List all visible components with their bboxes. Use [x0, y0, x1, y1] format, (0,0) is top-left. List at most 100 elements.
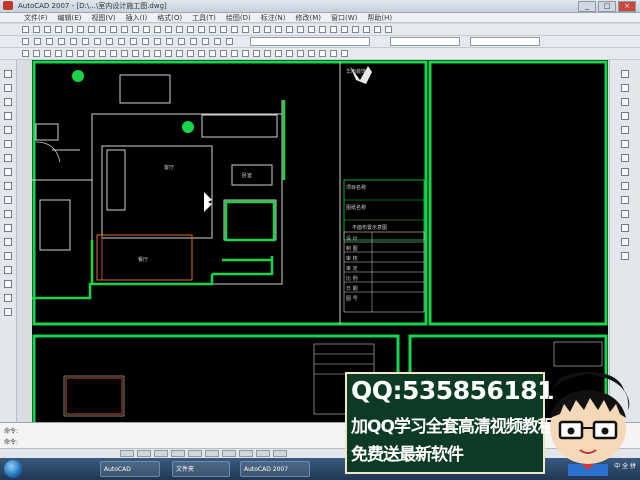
toolbar-tool-icon[interactable] [220, 26, 227, 33]
linetype-dropdown[interactable] [470, 37, 540, 46]
layer-dropdown[interactable] [250, 37, 370, 46]
vertical-tool-icon[interactable] [621, 168, 629, 176]
toolbar-tool-icon[interactable] [198, 50, 205, 57]
vertical-tool-icon[interactable] [4, 126, 12, 134]
toolbar-tool-icon[interactable] [22, 50, 29, 57]
toolbar-tool-icon[interactable] [166, 38, 173, 45]
toolbar-tool-icon[interactable] [209, 50, 216, 57]
toolbar-tool-icon[interactable] [187, 26, 194, 33]
status-toggle-button[interactable] [188, 450, 202, 457]
toolbar-tool-icon[interactable] [121, 26, 128, 33]
vertical-tool-icon[interactable] [4, 168, 12, 176]
toolbar-tool-icon[interactable] [132, 26, 139, 33]
toolbar-tool-icon[interactable] [176, 26, 183, 33]
toolbar-tool-icon[interactable] [214, 38, 221, 45]
menu-draw[interactable]: 绘图(D) [226, 13, 251, 22]
toolbar-tool-icon[interactable] [308, 50, 315, 57]
toolbar-tool-icon[interactable] [176, 50, 183, 57]
toolbar-tool-icon[interactable] [130, 38, 137, 45]
toolbar-tool-icon[interactable] [286, 50, 293, 57]
toolbar-tool-icon[interactable] [66, 26, 73, 33]
toolbar-tool-icon[interactable] [142, 38, 149, 45]
status-toggle-button[interactable] [120, 450, 134, 457]
status-toggle-button[interactable] [256, 450, 270, 457]
toolbar-tool-icon[interactable] [33, 26, 40, 33]
toolbar-tool-icon[interactable] [297, 26, 304, 33]
toolbar-tool-icon[interactable] [330, 26, 337, 33]
status-toggle-button[interactable] [171, 450, 185, 457]
autocad-app-icon[interactable] [3, 1, 13, 10]
status-toggle-button[interactable] [222, 450, 236, 457]
toolbar-tool-icon[interactable] [55, 50, 62, 57]
maximize-button[interactable]: □ [598, 1, 616, 12]
vertical-tool-icon[interactable] [4, 224, 12, 232]
toolbar-tool-icon[interactable] [154, 38, 161, 45]
toolbar-tool-icon[interactable] [165, 26, 172, 33]
drawing-canvas[interactable]: 华南装饰 项目名称 图纸名称 平面布置示意图 设 计 制 图 审 核 审 定 比… [32, 60, 608, 422]
toolbar-tool-icon[interactable] [55, 26, 62, 33]
toolbar-tool-icon[interactable] [70, 38, 77, 45]
command-prompt[interactable]: 命令: [4, 437, 18, 446]
status-toggle-button[interactable] [137, 450, 151, 457]
toolbar-tool-icon[interactable] [363, 26, 370, 33]
toolbar-tool-icon[interactable] [275, 50, 282, 57]
menu-view[interactable]: 视图(V) [91, 13, 115, 22]
vertical-tool-icon[interactable] [621, 70, 629, 78]
toolbar-tool-icon[interactable] [165, 50, 172, 57]
vertical-tool-icon[interactable] [621, 252, 629, 260]
menu-insert[interactable]: 插入(I) [126, 13, 148, 22]
status-toggle-button[interactable] [273, 450, 287, 457]
toolbar-tool-icon[interactable] [88, 50, 95, 57]
toolbar-tool-icon[interactable] [118, 38, 125, 45]
status-toggle-button[interactable] [239, 450, 253, 457]
vertical-tool-icon[interactable] [621, 196, 629, 204]
toolbar-tool-icon[interactable] [330, 50, 337, 57]
status-toggle-button[interactable] [205, 450, 219, 457]
toolbar-tool-icon[interactable] [94, 38, 101, 45]
toolbar-tool-icon[interactable] [88, 26, 95, 33]
taskbar-item[interactable]: AutoCAD 2007 [240, 461, 310, 477]
vertical-tool-icon[interactable] [621, 112, 629, 120]
toolbar-tool-icon[interactable] [374, 26, 381, 33]
toolbar-tool-icon[interactable] [132, 50, 139, 57]
menu-window[interactable]: 窗口(W) [331, 13, 357, 22]
toolbar-tool-icon[interactable] [58, 38, 65, 45]
toolbar-tool-icon[interactable] [34, 38, 41, 45]
taskbar-item[interactable]: AutoCAD [100, 461, 160, 477]
vertical-tool-icon[interactable] [4, 252, 12, 260]
vertical-tool-icon[interactable] [4, 154, 12, 162]
toolbar-tool-icon[interactable] [106, 38, 113, 45]
toolbar-tool-icon[interactable] [231, 50, 238, 57]
toolbar-tool-icon[interactable] [33, 50, 40, 57]
toolbar-tool-icon[interactable] [286, 26, 293, 33]
toolbar-tool-icon[interactable] [319, 26, 326, 33]
toolbar-tool-icon[interactable] [44, 26, 51, 33]
toolbar-tool-icon[interactable] [226, 38, 233, 45]
toolbar-tool-icon[interactable] [231, 26, 238, 33]
toolbar-tool-icon[interactable] [46, 38, 53, 45]
toolbar-tool-icon[interactable] [275, 26, 282, 33]
vertical-tool-icon[interactable] [621, 140, 629, 148]
taskbar-item[interactable]: 文件夹 [172, 461, 230, 477]
toolbar-tool-icon[interactable] [110, 50, 117, 57]
menu-file[interactable]: 文件(F) [24, 13, 48, 22]
toolbar-tool-icon[interactable] [220, 50, 227, 57]
menu-dimension[interactable]: 标注(N) [261, 13, 286, 22]
vertical-tool-icon[interactable] [4, 266, 12, 274]
vertical-tool-icon[interactable] [4, 210, 12, 218]
toolbar-tool-icon[interactable] [242, 50, 249, 57]
vertical-tool-icon[interactable] [4, 280, 12, 288]
toolbar-tool-icon[interactable] [190, 38, 197, 45]
toolbar-tool-icon[interactable] [264, 26, 271, 33]
vertical-tool-icon[interactable] [621, 154, 629, 162]
toolbar-tool-icon[interactable] [143, 50, 150, 57]
toolbar-tool-icon[interactable] [82, 38, 89, 45]
toolbar-tool-icon[interactable] [341, 26, 348, 33]
toolbar-tool-icon[interactable] [202, 38, 209, 45]
toolbar-tool-icon[interactable] [242, 26, 249, 33]
toolbar-tool-icon[interactable] [319, 50, 326, 57]
vertical-tool-icon[interactable] [621, 238, 629, 246]
vertical-tool-icon[interactable] [621, 210, 629, 218]
vertical-tool-icon[interactable] [4, 238, 12, 246]
toolbar-tool-icon[interactable] [198, 26, 205, 33]
